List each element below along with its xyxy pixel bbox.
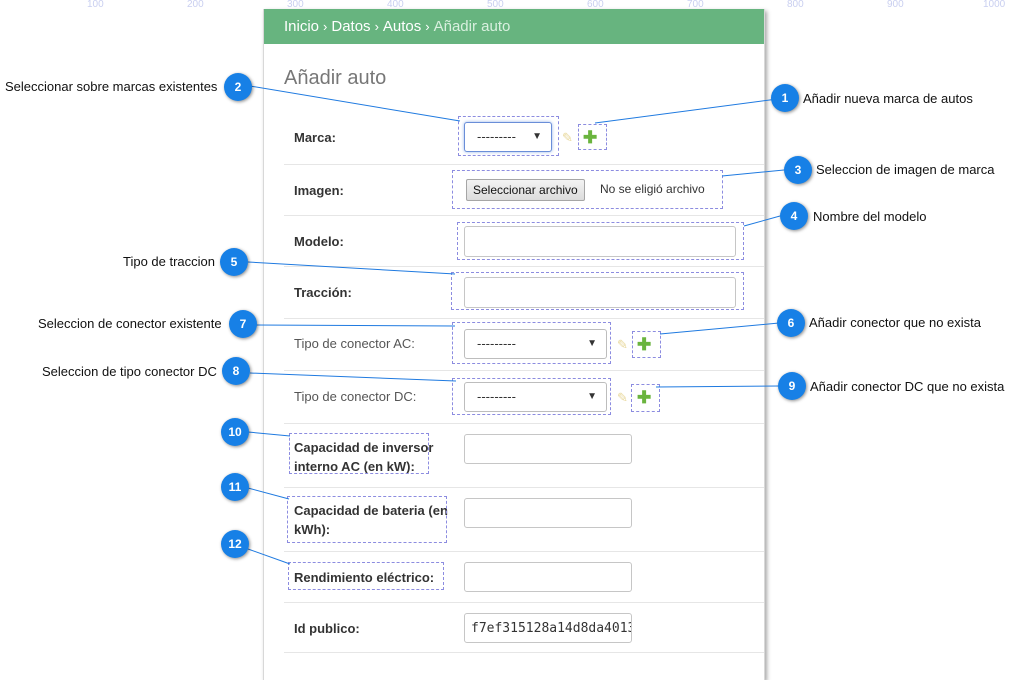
callout-text-9: Añadir conector DC que no exista [810,379,1005,394]
leader-line-12 [247,548,291,565]
callout-badge-4: 4 [780,202,808,230]
leader-line-11 [247,487,290,500]
callout-badge-7: 7 [229,310,257,338]
callout-badge-8: 8 [222,357,250,385]
leader-line-2 [249,85,461,122]
callout-text-1: Añadir nueva marca de autos [803,91,973,106]
callout-badge-10: 10 [221,418,249,446]
callout-badge-9: 9 [778,372,806,400]
leader-line-8 [249,372,457,382]
leader-line-10 [247,431,291,437]
callout-text-2: Seleccionar sobre marcas existentes [5,79,218,94]
callout-text-4: Nombre del modelo [813,209,927,224]
callout-text-7: Seleccion de conector existente [38,316,222,331]
leader-line-3 [721,169,785,177]
leader-line-1 [594,97,786,124]
leader-line-4 [743,215,781,227]
callout-badge-2: 2 [224,73,252,101]
leader-line-5 [247,261,456,275]
leader-line-6 [659,322,780,335]
callout-text-6: Añadir conector que no exista [809,315,981,330]
callout-badge-12: 12 [221,530,249,558]
callout-badge-5: 5 [220,248,248,276]
callout-text-8: Seleccion de tipo conector DC [42,364,217,379]
callout-badge-3: 3 [784,156,812,184]
callout-badge-1: 1 [771,84,799,112]
leader-line-9 [655,385,781,388]
callout-text-3: Seleccion de imagen de marca [816,162,995,177]
callout-badge-6: 6 [777,309,805,337]
callout-text-5: Tipo de traccion [123,254,216,269]
leader-line-7 [254,324,456,327]
callout-badge-11: 11 [221,473,249,501]
